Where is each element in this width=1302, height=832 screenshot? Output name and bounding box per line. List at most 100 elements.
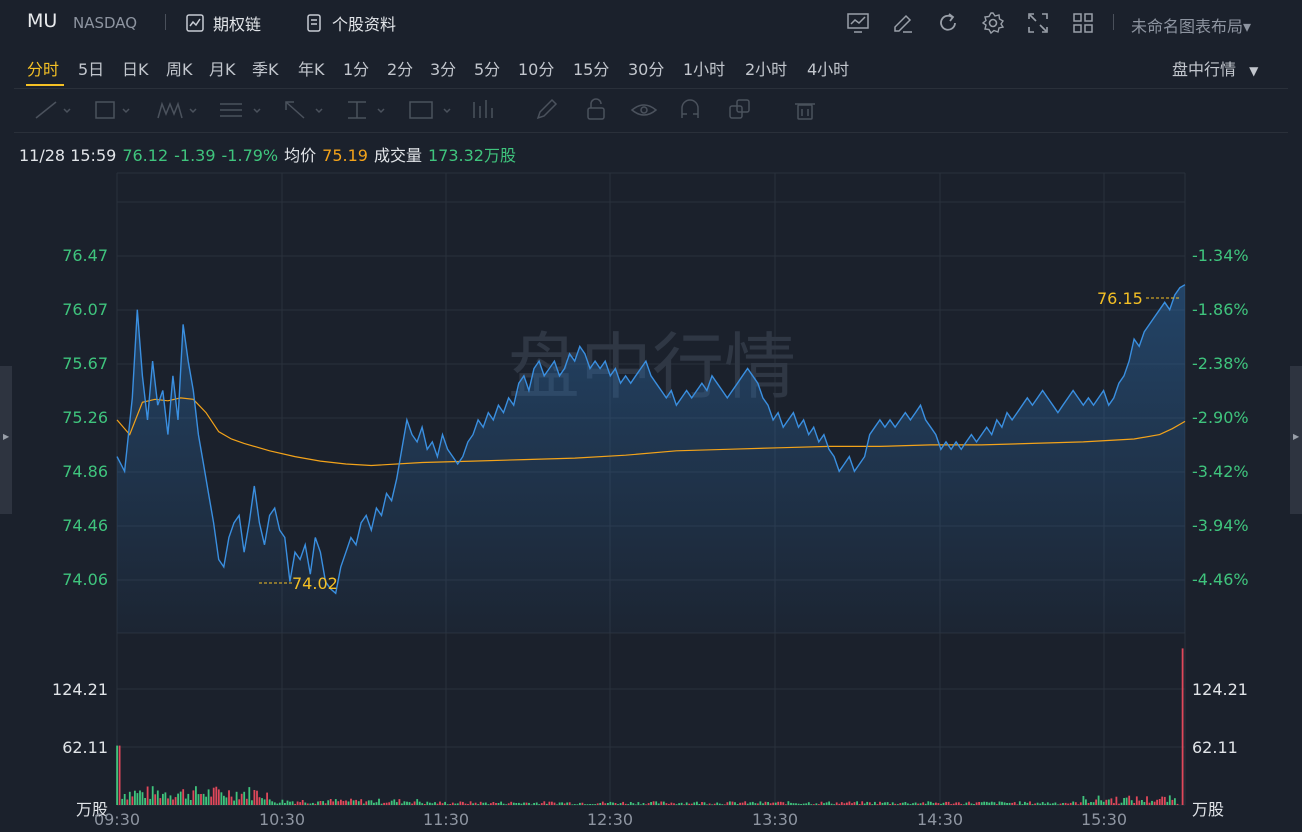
volume-bar — [1156, 799, 1158, 805]
volume-bar — [846, 802, 848, 805]
price-axis-tick: 76.47 — [62, 246, 108, 265]
volume-bar — [284, 803, 286, 805]
volume-bar — [757, 803, 759, 805]
time-axis-tick: 15:30 — [1080, 810, 1128, 829]
volume-bar — [975, 802, 978, 805]
volume-bar — [1161, 796, 1164, 805]
volume-bar — [154, 794, 157, 805]
pct-axis-tick: -1.86% — [1192, 300, 1249, 319]
volume-bar — [586, 804, 589, 805]
volume-bar — [573, 804, 576, 805]
volume-bar — [782, 802, 785, 805]
time-axis-tick: 14:30 — [916, 810, 964, 829]
volume-bar — [1153, 801, 1156, 805]
volume-bar — [579, 802, 581, 805]
volume-bar — [187, 793, 190, 805]
volume-bar — [456, 803, 459, 805]
volume-bar — [1130, 800, 1133, 805]
volume-bar — [535, 802, 538, 805]
volume-bar — [507, 803, 510, 805]
volume-bar — [790, 802, 792, 805]
volume-bar — [762, 803, 764, 805]
volume-bar — [901, 802, 904, 805]
volume-bar — [512, 802, 515, 805]
volume-bar — [304, 802, 307, 805]
volume-bar — [332, 801, 335, 805]
volume-bar — [1110, 798, 1113, 805]
volume-bar — [490, 803, 492, 805]
volume-bar — [451, 802, 454, 805]
volume-bar — [289, 801, 291, 805]
volume-bar — [1163, 796, 1166, 805]
volume-bar — [251, 800, 253, 805]
volume-bar — [993, 802, 996, 805]
volume-bar — [212, 787, 215, 805]
volume-bar — [126, 799, 129, 805]
volume-bar — [429, 802, 431, 805]
volume-bar — [1090, 802, 1092, 805]
volume-bar — [319, 801, 322, 805]
volume-bar — [660, 801, 663, 805]
volume-bar — [1085, 799, 1087, 805]
volume-bar — [1174, 798, 1176, 805]
volume-bar — [385, 802, 388, 805]
volume-bar — [754, 803, 757, 805]
volume-bar — [434, 802, 436, 805]
volume-bar — [950, 804, 953, 805]
volume-bar — [1151, 800, 1153, 805]
volume-bar — [256, 790, 258, 805]
volume-bar — [785, 804, 787, 805]
volume-bar — [528, 802, 530, 805]
volume-bar — [556, 804, 558, 805]
volume-bar — [815, 803, 818, 805]
volume-bar — [632, 803, 635, 805]
volume-bar — [121, 798, 124, 805]
volume-bar — [1041, 802, 1044, 805]
volume-bar — [741, 802, 744, 805]
volume-bar — [629, 802, 632, 805]
volume-bar — [970, 803, 973, 805]
volume-bar — [805, 803, 808, 805]
volume-bar — [1100, 800, 1103, 805]
volume-bar — [690, 803, 693, 805]
volume-bar — [980, 802, 983, 805]
volume-bar — [568, 802, 571, 805]
volume-bar — [484, 802, 487, 805]
volume-bar — [1181, 648, 1184, 805]
volume-bar — [701, 802, 703, 805]
volume-bar — [192, 790, 195, 805]
volume-bar — [662, 801, 665, 805]
volume-bar — [1052, 803, 1054, 805]
volume-axis-tick: 124.21 — [52, 680, 108, 699]
volume-bar — [1074, 802, 1077, 805]
volume-bar — [306, 803, 309, 805]
volume-bar — [833, 804, 836, 805]
volume-bar — [248, 787, 251, 805]
volume-bar — [1006, 803, 1008, 805]
volume-bar — [696, 801, 698, 805]
volume-bar — [281, 799, 284, 805]
volume-bar — [899, 803, 902, 805]
volume-bar — [1044, 803, 1047, 805]
volume-bar — [205, 796, 207, 805]
pct-axis-tick: -2.90% — [1192, 408, 1249, 427]
volume-bar — [561, 802, 563, 805]
volume-bar — [401, 803, 403, 805]
volume-bar — [729, 801, 731, 805]
volume-bar — [703, 802, 706, 805]
intraday-chart[interactable]: 盘中行情 — [0, 0, 1302, 832]
volume-bar — [159, 798, 162, 805]
volume-bar — [1034, 803, 1036, 805]
volume-bar — [645, 804, 647, 805]
volume-bar — [955, 802, 958, 805]
volume-bar — [751, 801, 754, 805]
volume-bar — [1003, 802, 1006, 805]
volume-bar — [1158, 799, 1161, 805]
volume-bar — [706, 804, 708, 805]
volume-bar — [179, 791, 182, 805]
volume-bar — [851, 803, 853, 805]
price-axis-tick: 74.06 — [62, 570, 108, 589]
volume-bar — [960, 803, 963, 805]
volume-bar — [365, 801, 368, 805]
volume-bar — [563, 803, 566, 805]
